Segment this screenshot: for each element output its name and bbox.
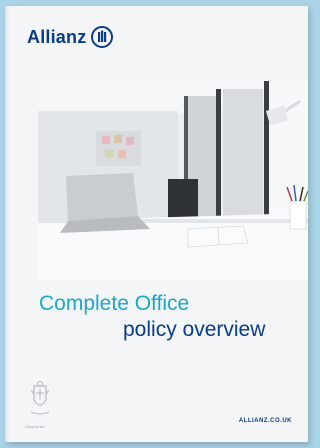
- allianz-eagle-icon: [91, 26, 114, 48]
- brand-name: Allianz: [27, 26, 87, 47]
- brochure-cover: Allianz Complete Office policy overview …: [5, 6, 308, 442]
- emblem-caption: Chartered: [25, 424, 45, 429]
- cover-title-line-2: policy overview: [123, 318, 266, 341]
- website-url: ALLIANZ.CO.UK: [238, 418, 292, 424]
- stage: Allianz Complete Office policy overview …: [0, 0, 319, 448]
- booklet-spine: [5, 6, 10, 442]
- cover-photo-office: [38, 81, 308, 281]
- crest-emblem-icon: [28, 380, 52, 422]
- cover-title-line-1: Complete Office: [39, 292, 190, 315]
- brand-header: Allianz: [27, 26, 114, 48]
